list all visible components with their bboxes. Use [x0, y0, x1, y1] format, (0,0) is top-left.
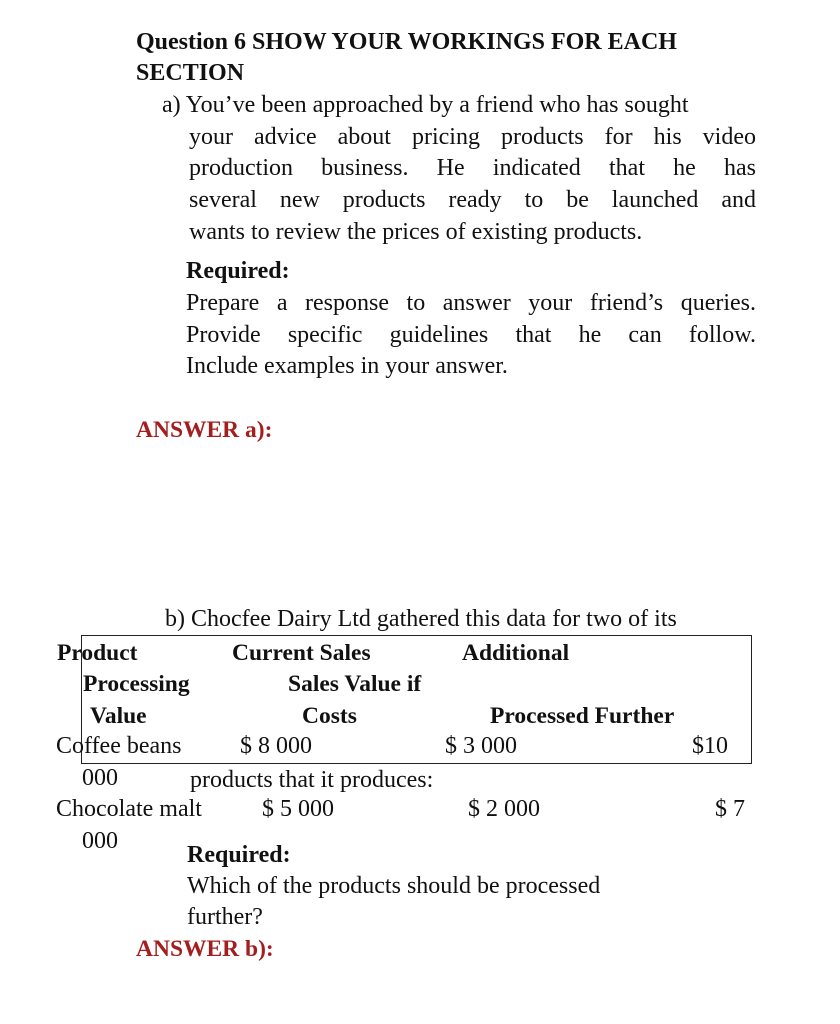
- part-a-required-line-3: Include examples in your answer.: [186, 353, 508, 379]
- row-chocolate-additional-costs: $ 2 000: [468, 796, 540, 822]
- header-current-sales: Current Sales: [232, 640, 371, 666]
- row-coffee-product: Coffee beans: [56, 733, 182, 759]
- row-coffee-additional-costs: $ 3 000: [445, 733, 517, 759]
- part-b-required-line1: Which of the products should be processe…: [187, 873, 601, 899]
- row-chocolate-product: Chocolate malt: [56, 796, 202, 822]
- part-a-required-line-1: Prepare a response to answer your friend…: [186, 290, 756, 316]
- row-chocolate-processed-value: $ 7: [715, 796, 745, 822]
- data-table-border: [81, 635, 752, 764]
- part-b-intro-line2: products that it produces:: [190, 767, 434, 793]
- part-a-required-line-2: Provide specific guidelines that he can …: [186, 322, 756, 348]
- question-title-line1: Question 6 SHOW YOUR WORKINGS FOR EACH: [136, 29, 677, 55]
- header-product: Product: [57, 640, 138, 666]
- part-a-line-5: wants to review the prices of existing p…: [189, 219, 643, 245]
- row-chocolate-processed-value-suffix: 000: [82, 828, 118, 854]
- answer-b-label: ANSWER b):: [136, 936, 274, 962]
- header-sales-value-if: Sales Value if: [288, 671, 422, 697]
- question-title-line2: SECTION: [136, 60, 245, 86]
- part-b-required-label: Required:: [187, 842, 291, 868]
- part-a-line-1: a) You’ve been approached by a friend wh…: [162, 92, 689, 118]
- part-a-line-3: production business. He indicated that h…: [189, 155, 756, 181]
- header-value: Value: [90, 703, 147, 729]
- header-additional: Additional: [462, 640, 570, 666]
- part-b-required-line2: further?: [187, 904, 263, 930]
- part-a-line-4: several new products ready to be launche…: [189, 187, 756, 213]
- header-costs: Costs: [302, 703, 357, 729]
- header-processed-further: Processed Further: [490, 703, 675, 729]
- part-a-required-label: Required:: [186, 258, 290, 284]
- row-coffee-current-sales: $ 8 000: [240, 733, 312, 759]
- row-chocolate-current-sales: $ 5 000: [262, 796, 334, 822]
- part-b-intro-line1: b) Chocfee Dairy Ltd gathered this data …: [165, 606, 677, 632]
- row-coffee-processed-value: $10: [692, 733, 728, 759]
- part-a-line-2: your advice about pricing products for h…: [189, 124, 756, 150]
- row-coffee-processed-value-suffix: 000: [82, 765, 118, 791]
- header-processing: Processing: [83, 671, 190, 697]
- answer-a-label: ANSWER a):: [136, 417, 273, 443]
